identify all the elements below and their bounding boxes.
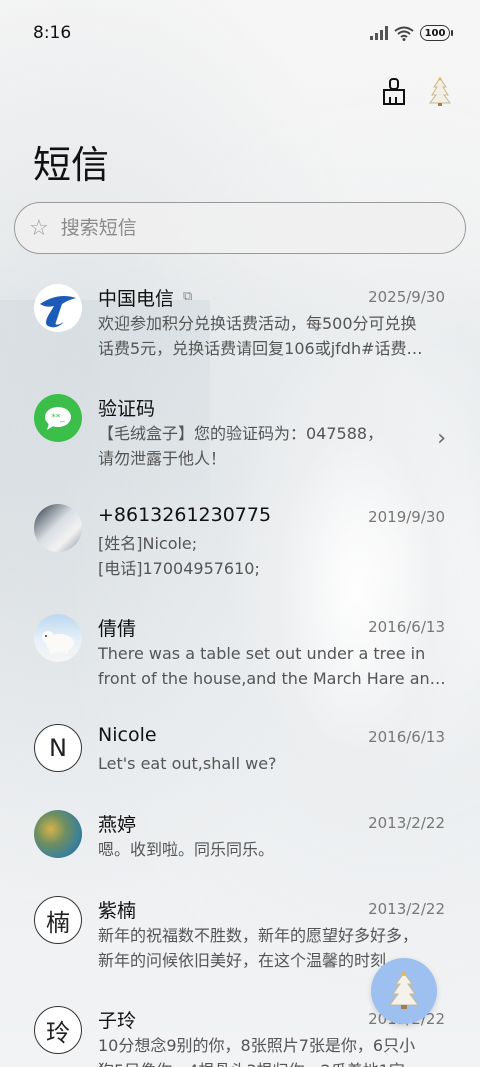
- star-icon: ☆: [29, 215, 49, 241]
- letter-avatar: N: [34, 724, 82, 772]
- conversation-item[interactable]: 燕婷 2013/2/22 嗯。收到啦。同乐同乐。: [0, 804, 480, 890]
- edit-icon: ⧉: [183, 289, 193, 304]
- message-preview: 【毛绒盒子】您的验证码为：047588， 请勿泄露于他人！: [98, 421, 448, 471]
- message-preview: 欢迎参加积分兑换话费活动，每500分可兑换 话费5元，兑换话费请回复106或jf…: [98, 311, 448, 361]
- letter-avatar: 楠: [34, 896, 82, 944]
- status-time: 8:16: [33, 23, 72, 43]
- preview-line-2: 话费5元，兑换话费请回复106或jfdh#话费…: [98, 339, 423, 358]
- china-telecom-logo: [34, 284, 82, 332]
- status-bar: 8:16 100: [0, 0, 480, 66]
- contact-name: 倩倩: [98, 618, 137, 640]
- message-date: 2016/6/13: [368, 618, 445, 636]
- polar-bear-avatar: [34, 614, 82, 662]
- new-message-fab[interactable]: [371, 958, 437, 1024]
- contact-name: 紫楠: [98, 900, 137, 922]
- brush-icon[interactable]: [380, 74, 408, 110]
- conversation-item[interactable]: N Nicole 2016/6/13 Let's eat out,shall w…: [0, 718, 480, 804]
- message-preview: 嗯。收到啦。同乐同乐。: [98, 837, 448, 862]
- landscape-avatar: [34, 810, 82, 858]
- contact-name: 子玲: [98, 1010, 137, 1032]
- preview-line-1: 【毛绒盒子】您的验证码为：047588，: [98, 424, 384, 443]
- preview-line-2: front of the house,and the March Hare an…: [98, 669, 446, 688]
- conversation-item[interactable]: +8613261230775 2019/9/30 [姓名]Nicole; [电话…: [0, 498, 480, 608]
- status-icons: 100: [370, 25, 453, 41]
- message-date: 2019/9/30: [368, 508, 445, 526]
- preview-line-1: 新年的祝福数不胜数，新年的愿望好多好多，: [98, 926, 419, 945]
- preview-line-1: There was a table set out under a tree i…: [98, 644, 426, 663]
- preview-line-1: Let's eat out,shall we?: [98, 754, 277, 773]
- contact-name: Nicole: [98, 724, 157, 746]
- battery-icon: 100: [420, 25, 453, 41]
- message-preview: 10分想念9别的你，8张照片7张是你，6只小 狗5只像你，4根骨头3根归你，2瓜…: [98, 1033, 448, 1067]
- conversation-item[interactable]: 倩倩 2016/6/13 There was a table set out u…: [0, 608, 480, 718]
- battery-level: 100: [424, 27, 446, 39]
- preview-line-1: 欢迎参加积分兑换话费活动，每500分可兑换: [98, 314, 417, 333]
- search-input[interactable]: [60, 217, 421, 239]
- message-date: 2013/2/22: [368, 900, 445, 918]
- preview-line-1: 10分想念9别的你，8张照片7张是你，6只小: [98, 1036, 416, 1055]
- message-preview: [姓名]Nicole; [电话]17004957610;: [98, 531, 448, 581]
- message-icon: **_: [34, 394, 82, 442]
- message-preview: Let's eat out,shall we?: [98, 751, 448, 776]
- chevron-right-icon[interactable]: ›: [437, 426, 446, 451]
- toolbar: [380, 74, 454, 110]
- preview-line-1: [姓名]Nicole;: [98, 534, 198, 553]
- search-bar[interactable]: ☆: [14, 202, 466, 254]
- conversation-item[interactable]: 中国电信 ⧉ 2025/9/30 欢迎参加积分兑换话费活动，每500分可兑换 话…: [0, 278, 480, 388]
- contact-name: +8613261230775: [98, 504, 272, 526]
- page-title: 短信: [33, 143, 110, 187]
- svg-text:**_: **_: [51, 413, 65, 423]
- preview-line-2: [电话]17004957610;: [98, 559, 260, 578]
- letter-avatar: 玲: [34, 1006, 82, 1054]
- photo-avatar: [34, 504, 82, 552]
- preview-line-2: 狗5只像你，4根骨头3根归你，2瓜着地1定: [98, 1058, 448, 1067]
- christmas-tree-icon: [389, 972, 419, 1009]
- contact-name: 燕婷: [98, 814, 137, 836]
- conversation-list: 中国电信 ⧉ 2025/9/30 欢迎参加积分兑换话费活动，每500分可兑换 话…: [0, 278, 480, 1067]
- message-date: 2025/9/30: [368, 288, 445, 306]
- conversation-item[interactable]: **_ 验证码 【毛绒盒子】您的验证码为：047588， 请勿泄露于他人！ ›: [0, 388, 480, 498]
- signal-icon: [370, 26, 388, 40]
- contact-name: 验证码: [98, 398, 156, 420]
- message-date: 2016/6/13: [368, 728, 445, 746]
- message-date: 2013/2/22: [368, 814, 445, 832]
- message-preview: There was a table set out under a tree i…: [98, 641, 448, 691]
- preview-line-1: 嗯。收到啦。同乐同乐。: [98, 840, 275, 859]
- christmas-tree-icon[interactable]: [426, 74, 454, 110]
- wifi-icon: [394, 26, 414, 41]
- contact-name: 中国电信: [98, 288, 175, 310]
- preview-line-2: 请勿泄露于他人！: [98, 449, 227, 468]
